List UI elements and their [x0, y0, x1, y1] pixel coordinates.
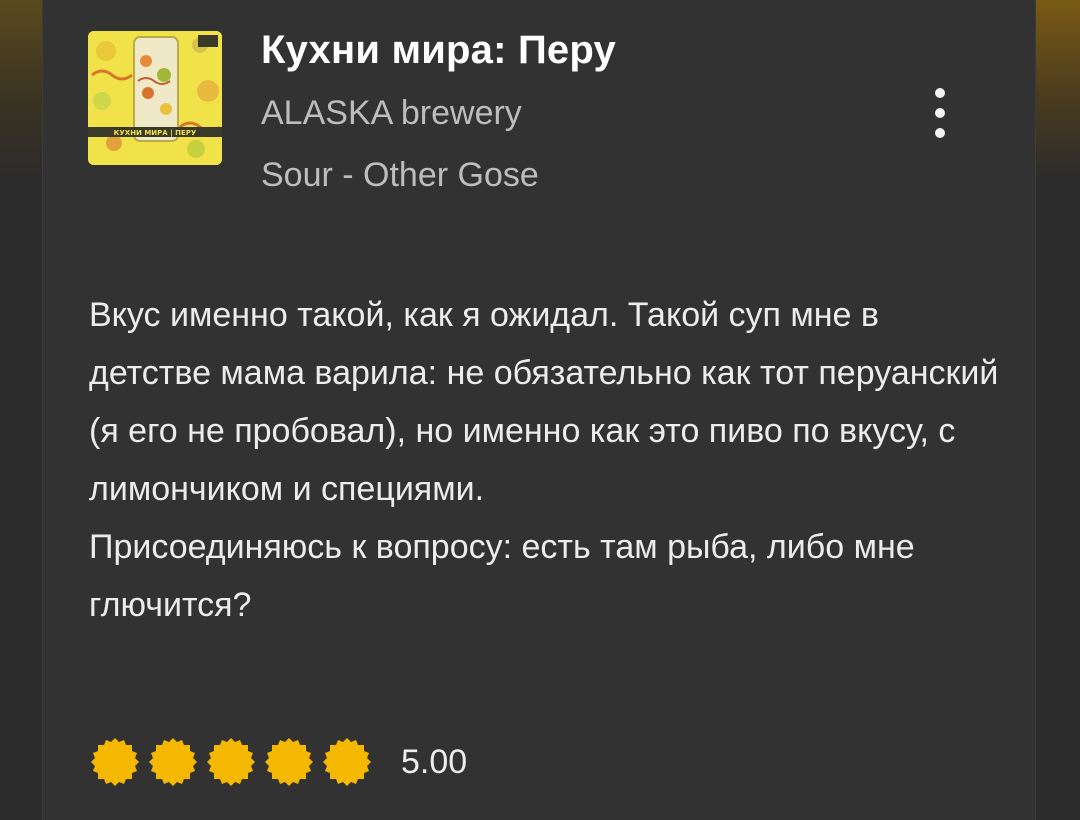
- brewery-name[interactable]: ALASKA brewery: [261, 94, 522, 133]
- beer-label-art: КУХНИ МИРА | ПЕРУ: [88, 31, 222, 165]
- beer-style: Sour - Other Gose: [261, 156, 539, 194]
- beer-label-image[interactable]: КУХНИ МИРА | ПЕРУ: [88, 31, 222, 165]
- rating-score: 5.00: [401, 742, 468, 781]
- checkin-card: КУХНИ МИРА | ПЕРУ Кухни мира: Перу ALASK…: [42, 0, 1036, 820]
- rating-row: 5.00: [89, 736, 467, 788]
- beer-name[interactable]: Кухни мира: Перу: [261, 28, 616, 73]
- bottle-cap-icon: [207, 738, 255, 786]
- more-vert-icon-dot: [935, 128, 945, 138]
- more-vert-icon: [935, 88, 945, 98]
- bottle-cap-icon: [323, 738, 371, 786]
- bottle-cap-icon: [149, 738, 197, 786]
- more-vert-icon-dot: [935, 108, 945, 118]
- more-options-button[interactable]: [923, 82, 957, 144]
- review-text: Вкус именно такой, как я ожидал. Такой с…: [89, 286, 1009, 634]
- bottle-cap-icon: [265, 738, 313, 786]
- review-paragraph: Вкус именно такой, как я ожидал. Такой с…: [89, 296, 999, 508]
- review-paragraph: Присоединяюсь к вопросу: есть там рыба, …: [89, 528, 915, 624]
- adjacent-card-left: [0, 0, 42, 820]
- label-title-text: КУХНИ МИРА | ПЕРУ: [114, 129, 197, 138]
- bottle-cap-icon: [91, 738, 139, 786]
- adjacent-card-right: [1036, 0, 1080, 820]
